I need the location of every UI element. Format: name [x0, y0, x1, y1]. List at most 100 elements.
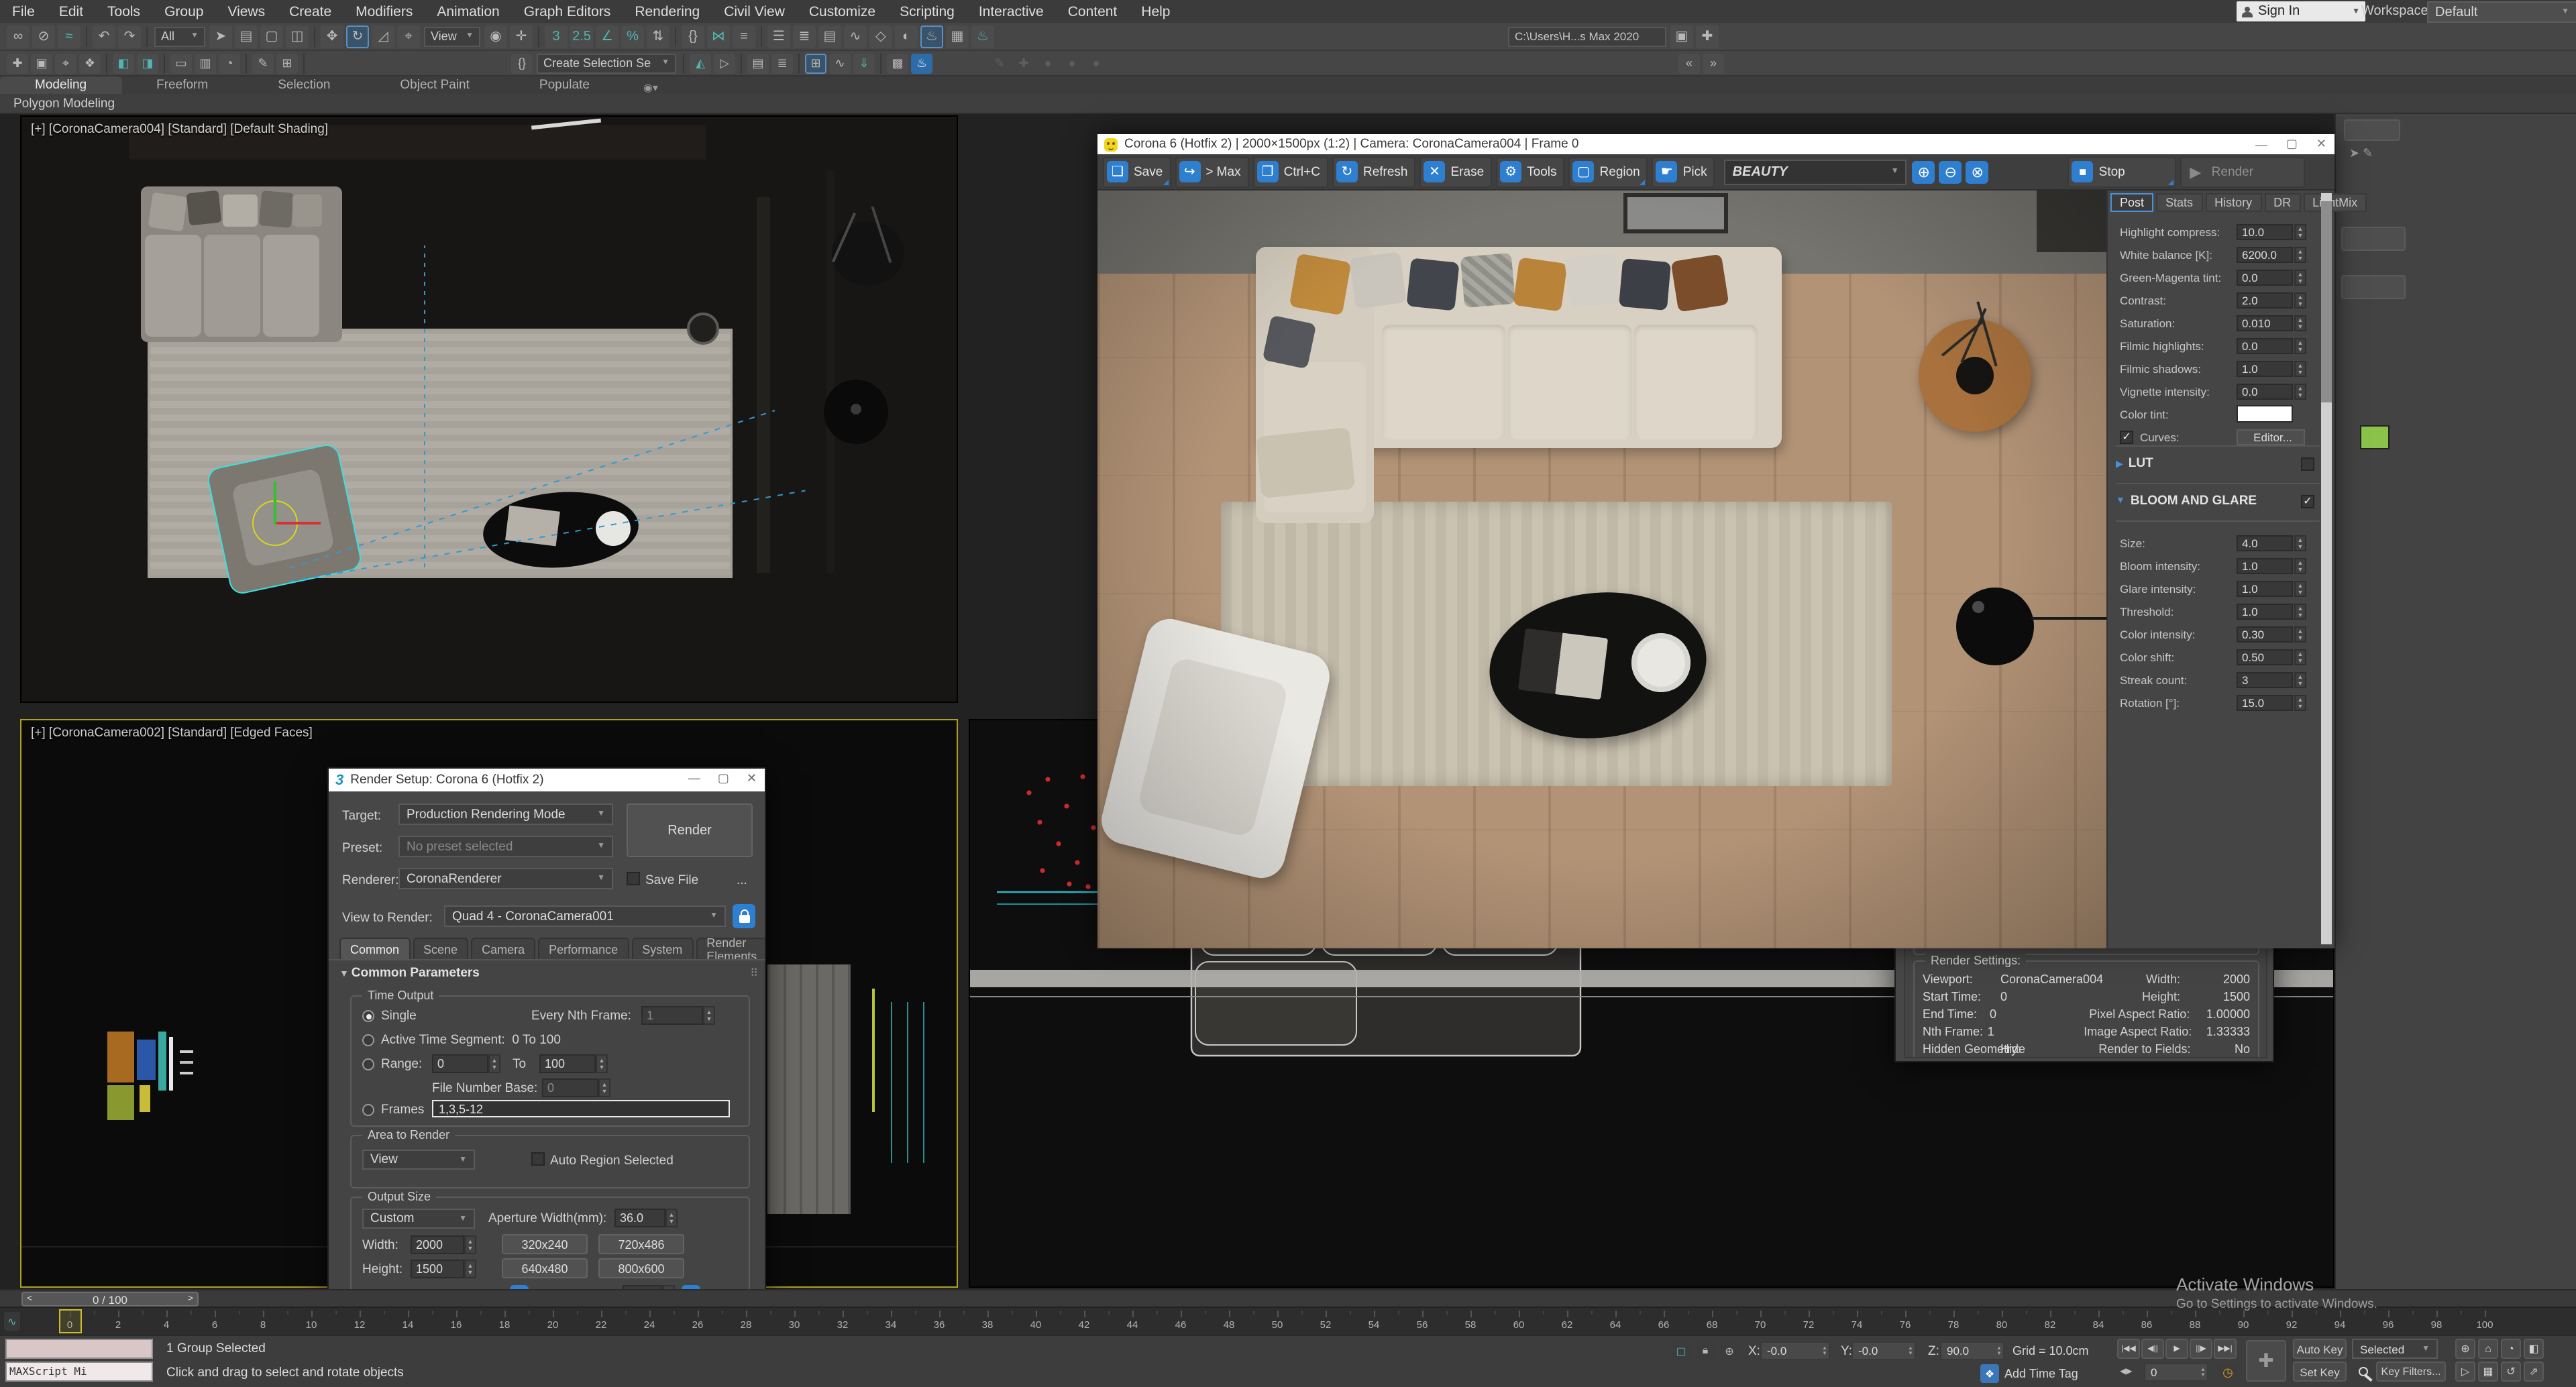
post-value-field[interactable]: 1.0 [2237, 360, 2293, 376]
save-file-checkbox[interactable] [627, 872, 640, 885]
center-tool-icon[interactable]: ⌖ [55, 53, 76, 73]
viewport-label[interactable]: [+] [CoronaCamera004] [Standard] [Defaul… [31, 122, 328, 137]
output-size-preset-dropdown[interactable]: Custom ▼ [362, 1209, 475, 1229]
ribbon-toggle-icon[interactable]: ▤ [818, 25, 841, 48]
range-to-spinner[interactable]: 100 [539, 1054, 608, 1073]
dialog-title-bar[interactable]: 3 Render Setup: Corona 6 (Hotfix 2) — ▢ ✕ [329, 769, 765, 791]
unlink-selection-icon[interactable]: ⊘ [32, 25, 55, 48]
post-value-field[interactable]: 0.0 [2237, 337, 2293, 353]
set-key-button[interactable]: Set Key [2293, 1362, 2347, 1382]
selection-brackets-icon[interactable]: {} [511, 53, 533, 73]
go-start-button[interactable]: |◀◀ [2117, 1339, 2140, 1359]
transform-gizmo-icon[interactable]: ⊕ [1720, 1341, 1739, 1360]
key-filters-button[interactable]: Key Filters... [2376, 1362, 2446, 1382]
isolate-toggle-icon[interactable]: ▢ [1672, 1341, 1690, 1360]
panel-button[interactable] [2344, 119, 2400, 141]
pan-icon[interactable]: ▦ [2478, 1362, 2498, 1382]
snaps-tool-icon[interactable]: ▣ [31, 53, 52, 73]
preset-720x486-button[interactable]: 720x486 [598, 1234, 684, 1254]
window-crossing-icon[interactable]: ◫ [286, 25, 309, 48]
menu-tools[interactable]: Tools [95, 3, 152, 19]
percent-snap-icon[interactable]: % [621, 25, 644, 48]
menu-views[interactable]: Views [215, 3, 277, 19]
bloom-glare-section[interactable]: ▼ BLOOM AND GLARE ✓ [2108, 494, 2336, 508]
vfb-copy-button[interactable]: ❐ Ctrl+C [1252, 156, 1328, 187]
play-button[interactable]: ▶ [2165, 1339, 2188, 1359]
angle-snap-icon[interactable]: ∠ [596, 25, 619, 48]
menu-graph-editors[interactable]: Graph Editors [512, 3, 623, 19]
vfb-save-button[interactable]: ❑ Save [1103, 156, 1171, 187]
ribbon-strip[interactable]: Polygon Modeling [0, 94, 2576, 114]
grid-icon[interactable]: ⊞ [276, 53, 298, 73]
spinner[interactable] [2294, 535, 2306, 551]
spinner[interactable] [2294, 292, 2306, 308]
mirror-right-icon[interactable]: ◨ [137, 53, 158, 73]
mirror-tool-icon[interactable]: ◭ [690, 53, 711, 73]
bloom-value-field[interactable]: 0.50 [2237, 649, 2293, 665]
height-spinner[interactable]: 1500 [411, 1260, 476, 1278]
add-time-tag[interactable]: Add Time Tag [2004, 1367, 2078, 1380]
curves-checkbox[interactable]: ✓ [2120, 430, 2133, 443]
color-swatch[interactable] [2360, 425, 2390, 449]
menu-file[interactable]: File [0, 3, 47, 19]
target-dropdown[interactable]: Production Rendering Mode ▼ [398, 803, 613, 825]
ribbon-tab-selection[interactable]: Selection [243, 76, 365, 94]
scene-container-icon[interactable]: ≣ [771, 53, 793, 73]
post-value-field[interactable]: 0.0 [2237, 269, 2293, 285]
preset-800x600-button[interactable]: 800x600 [598, 1258, 684, 1278]
menu-create[interactable]: Create [277, 3, 343, 19]
preset-dropdown[interactable]: No preset selected ▼ [398, 836, 613, 857]
scene-explorer-icon[interactable]: ☰ [767, 25, 790, 48]
common-parameters-rollout[interactable]: ▼ Common Parameters [339, 966, 480, 981]
rendered-frame-window-icon[interactable]: ▦ [946, 25, 969, 48]
viewport-coronacamera004[interactable]: [+] [CoronaCamera004] [Standard] [Defaul… [20, 115, 958, 703]
mirror-icon[interactable]: ⋈ [707, 25, 730, 48]
aperture-spinner[interactable]: 36.0 [614, 1209, 678, 1227]
menu-rendering[interactable]: Rendering [623, 3, 712, 19]
select-placement-icon[interactable]: ⌖ [397, 25, 420, 48]
select-by-name-icon[interactable]: ▤ [235, 25, 258, 48]
lock-view-button[interactable] [733, 904, 755, 928]
mini-curve-toggle-icon[interactable]: ∿ [4, 1312, 20, 1331]
ribbon-tab-freeform[interactable]: Freeform [121, 76, 243, 94]
time-slider[interactable]: <0 / 100 > [21, 1292, 199, 1307]
select-manipulate-icon[interactable]: ✛ [510, 25, 533, 48]
vfb-tab-post[interactable]: Post [2110, 193, 2154, 212]
maxscript-listener-line[interactable]: MAXScript Mi [5, 1362, 153, 1382]
setup-tab-camera[interactable]: Camera [471, 938, 536, 960]
post-value-field[interactable]: 6200.0 [2237, 246, 2293, 262]
lut-checkbox[interactable] [2301, 457, 2314, 470]
spinner[interactable] [2294, 223, 2306, 239]
disabled-render-3-icon[interactable]: ● [1085, 53, 1107, 73]
range-from-spinner[interactable]: 0 [432, 1054, 500, 1073]
panel-button[interactable] [2341, 275, 2406, 299]
menu-civil-view[interactable]: Civil View [712, 3, 797, 19]
select-scale-icon[interactable]: ◿ [372, 25, 394, 48]
bind-spacewarp-icon[interactable]: ≈ [58, 25, 80, 48]
minimize-icon[interactable]: — [2255, 137, 2267, 151]
ribbon-tab-modeling[interactable]: Modeling [0, 76, 122, 94]
snap-toggle-icon[interactable]: 3 [545, 25, 568, 48]
render-setup-icon[interactable]: ♨ [920, 25, 943, 48]
bloom-value-field[interactable]: 4.0 [2237, 535, 2293, 551]
bloom-value-field[interactable]: 1.0 [2237, 580, 2293, 596]
vfb-region-button[interactable]: ▢ Region [1568, 156, 1648, 187]
viewport-label[interactable]: [+] [CoronaCamera002] [Standard] [Edged … [31, 726, 313, 740]
orbit-icon[interactable]: ↺ [2501, 1362, 2521, 1382]
render-production-icon[interactable]: ♨ [971, 25, 994, 48]
panel-scrollbar[interactable] [2321, 193, 2332, 944]
zoom-region-icon[interactable]: ◧ [2524, 1339, 2544, 1359]
maxscript-mini-listener[interactable] [5, 1339, 153, 1359]
select-and-link-icon[interactable]: ∞ [7, 25, 30, 48]
post-value-field[interactable]: 2.0 [2237, 292, 2293, 308]
post-value-field[interactable]: 0.0 [2237, 383, 2293, 399]
time-configuration-icon[interactable]: ◷ [2218, 1363, 2238, 1383]
toolbar-scroll-right-icon[interactable]: » [1703, 53, 1724, 73]
minimize-icon[interactable]: — [688, 771, 700, 786]
spinner[interactable] [2294, 246, 2306, 262]
frames-input[interactable]: 1,3,5-12 [432, 1100, 730, 1117]
ribbon-tab-object-paint[interactable]: Object Paint [365, 76, 504, 94]
menu-animation[interactable]: Animation [425, 3, 511, 19]
zoom-icon[interactable]: ⊕ [2455, 1339, 2475, 1359]
spinner-snap-icon[interactable]: ⇅ [647, 25, 669, 48]
